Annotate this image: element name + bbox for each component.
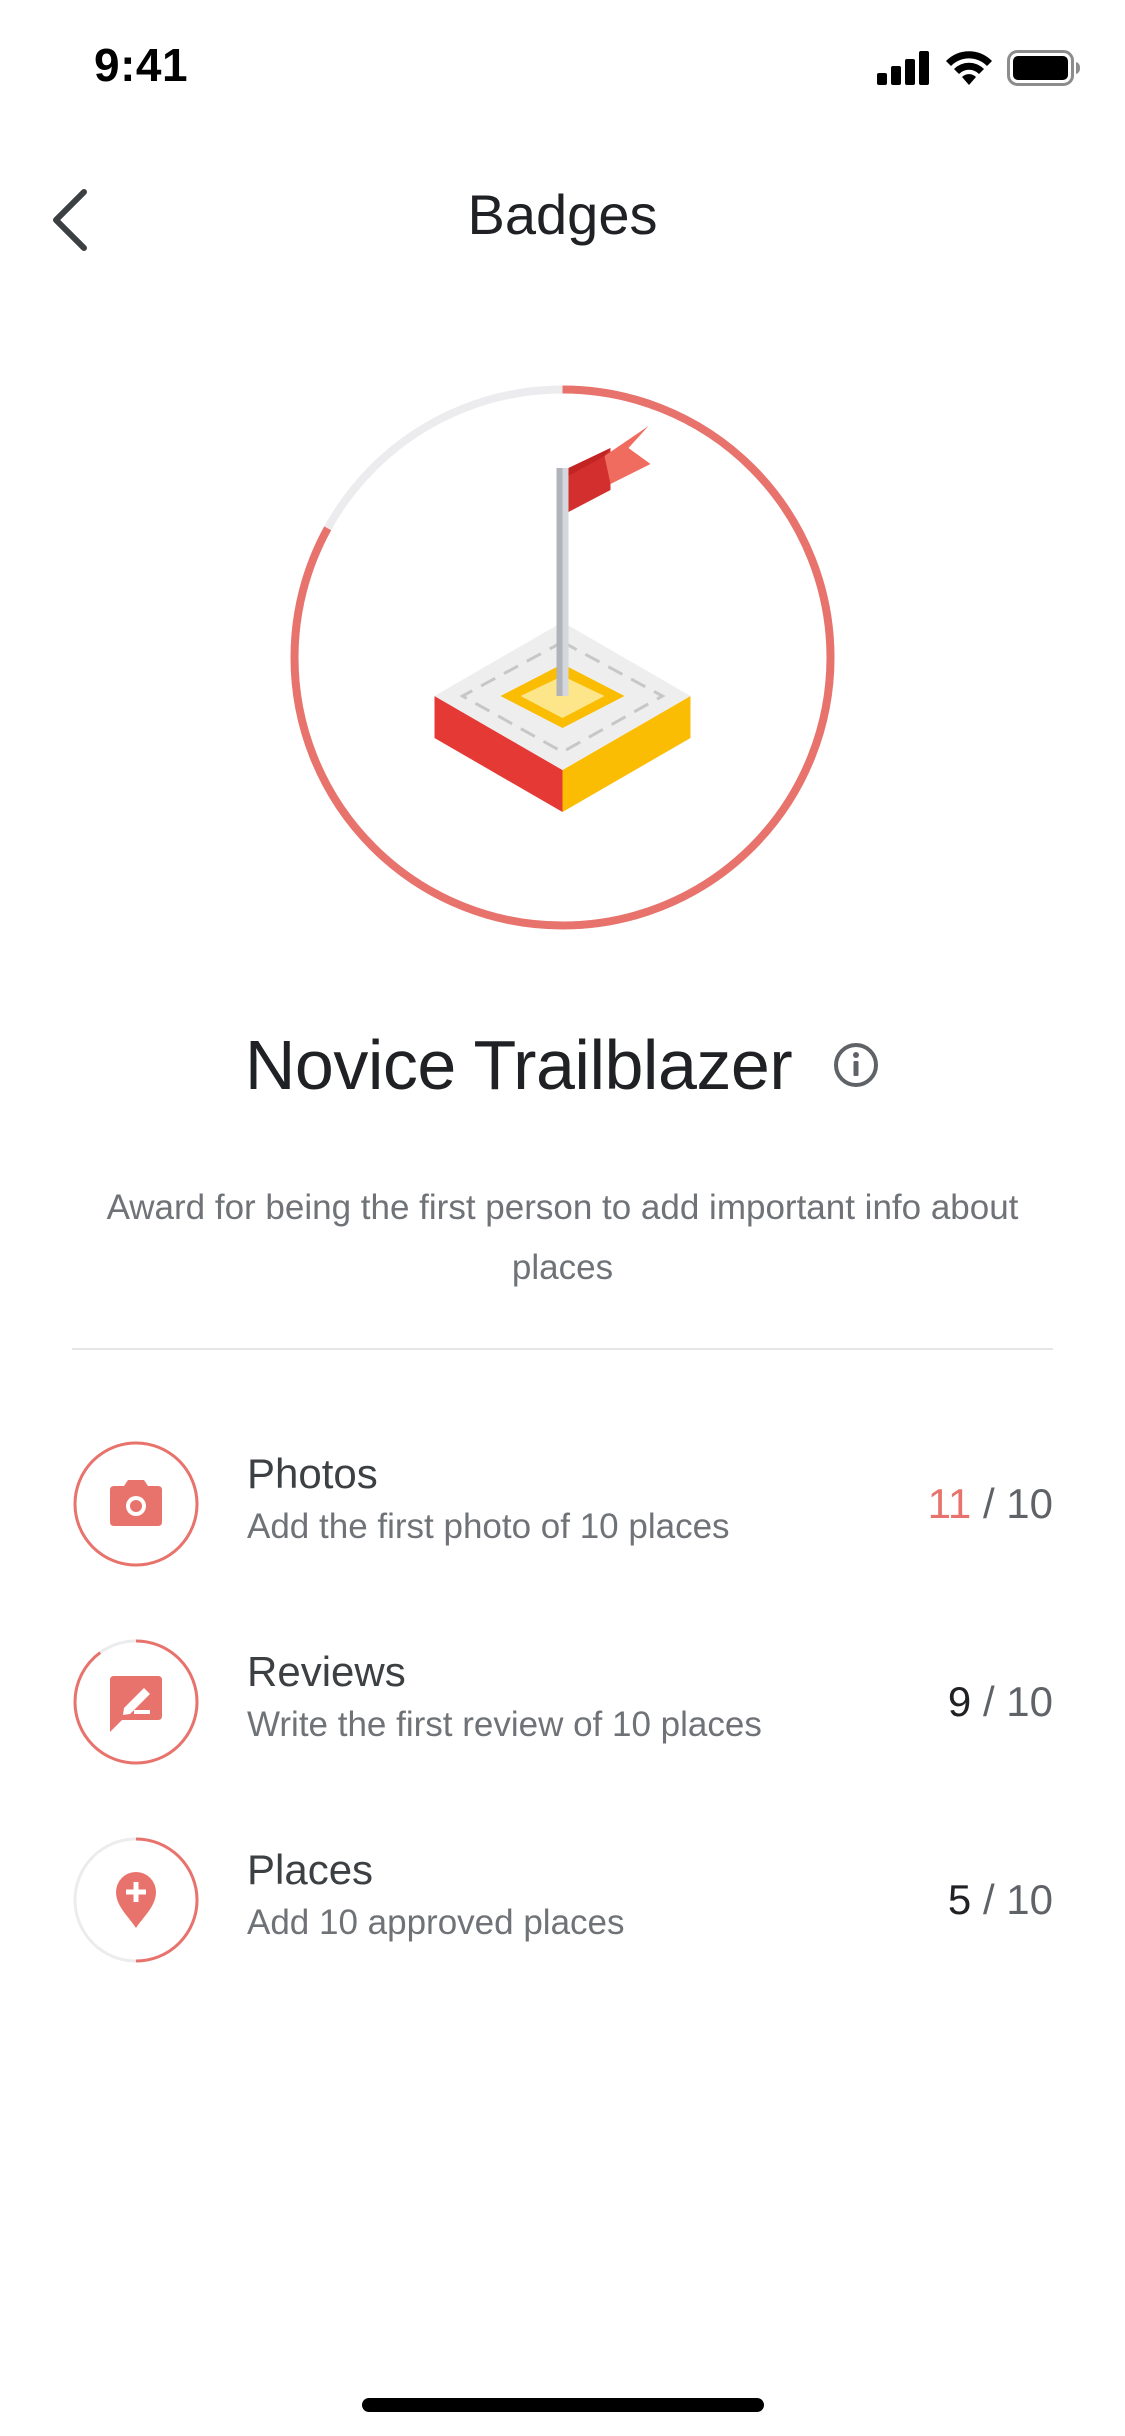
count-goal: 10 bbox=[1006, 1876, 1053, 1923]
requirement-subtitle: Add 10 approved places bbox=[247, 1903, 625, 1942]
cellular-signal-icon bbox=[877, 51, 929, 85]
badge-hero bbox=[290, 385, 835, 930]
requirement-photos[interactable]: Photos Add the first photo of 10 places … bbox=[72, 1440, 1053, 1570]
battery-icon bbox=[1007, 50, 1080, 86]
count-separator: / bbox=[982, 1678, 995, 1725]
requirement-places[interactable]: Places Add 10 approved places 5 / 10 bbox=[72, 1836, 1053, 1966]
status-icons bbox=[877, 46, 1081, 90]
badge-description: Award for being the first person to add … bbox=[106, 1188, 1019, 1287]
divider bbox=[72, 1348, 1053, 1350]
requirement-count: 11 / 10 bbox=[928, 1478, 1053, 1530]
requirement-text: Photos Add the first photo of 10 places bbox=[247, 1448, 730, 1552]
count-value: 11 bbox=[927, 1480, 972, 1527]
count-value: 9 bbox=[947, 1678, 972, 1725]
requirement-progress-ring bbox=[73, 1837, 199, 1963]
requirement-progress-ring bbox=[73, 1639, 199, 1765]
wifi-icon bbox=[946, 51, 992, 85]
requirement-text: Places Add 10 approved places bbox=[247, 1844, 625, 1948]
requirement-count: 5 / 10 bbox=[948, 1874, 1053, 1926]
count-value: 5 bbox=[947, 1876, 972, 1923]
requirement-count: 9 / 10 bbox=[948, 1676, 1053, 1728]
status-bar: 9:41 bbox=[0, 0, 1125, 132]
count-separator: / bbox=[982, 1480, 995, 1527]
nav-bar: Badges bbox=[0, 150, 1125, 290]
badge-name-row: Novice Trailblazer bbox=[0, 1020, 1125, 1110]
add-place-pin-icon bbox=[116, 1872, 156, 1928]
page-title: Badges bbox=[467, 183, 658, 246]
requirement-text: Reviews Write the first review of 10 pla… bbox=[247, 1646, 762, 1750]
home-indicator[interactable] bbox=[362, 2398, 764, 2412]
requirement-reviews[interactable]: Reviews Write the first review of 10 pla… bbox=[72, 1638, 1053, 1768]
info-icon bbox=[834, 1043, 879, 1087]
camera-icon bbox=[110, 1480, 162, 1526]
flag-platform-illustration bbox=[434, 426, 691, 812]
requirement-title: Photos bbox=[247, 1450, 378, 1497]
status-time: 9:41 bbox=[94, 39, 189, 91]
count-goal: 10 bbox=[1006, 1480, 1053, 1527]
requirement-title: Places bbox=[247, 1846, 374, 1893]
badge-name: Novice Trailblazer bbox=[244, 1026, 793, 1104]
requirement-title: Reviews bbox=[247, 1648, 406, 1695]
review-edit-icon bbox=[110, 1676, 162, 1732]
badge-progress-ring bbox=[290, 385, 835, 930]
count-goal: 10 bbox=[1006, 1678, 1053, 1725]
requirements-list: Photos Add the first photo of 10 places … bbox=[72, 1440, 1053, 2034]
requirement-subtitle: Add the first photo of 10 places bbox=[247, 1507, 730, 1546]
requirement-subtitle: Write the first review of 10 places bbox=[247, 1705, 762, 1744]
info-button[interactable] bbox=[832, 1041, 880, 1089]
count-separator: / bbox=[982, 1876, 995, 1923]
requirement-progress-ring bbox=[73, 1441, 199, 1567]
